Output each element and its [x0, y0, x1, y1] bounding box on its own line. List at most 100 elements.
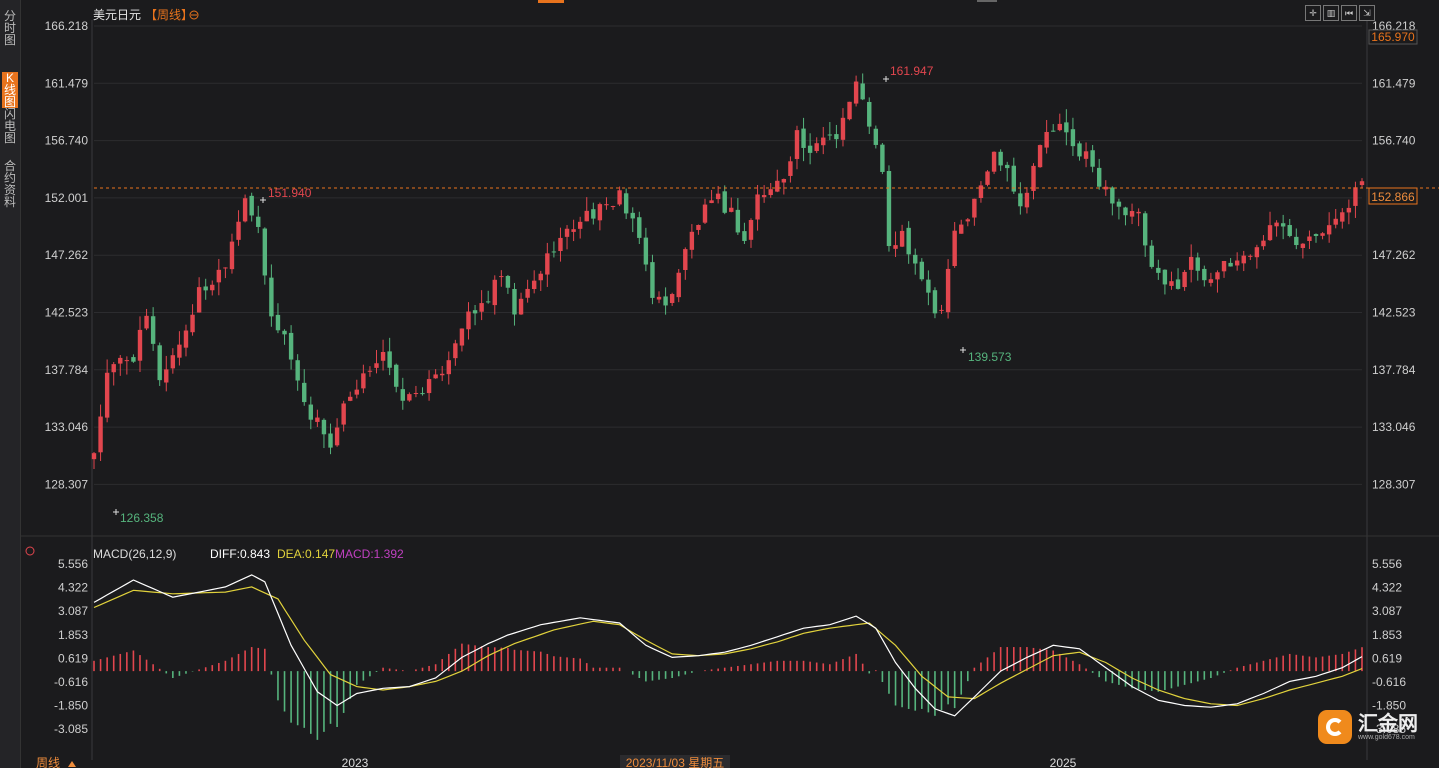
- candle-body: [1057, 123, 1062, 131]
- candle-body: [1202, 268, 1207, 281]
- price-tick-left: 142.523: [45, 306, 89, 320]
- candle-body: [433, 374, 438, 379]
- candle-body: [906, 227, 911, 255]
- sidebar-tab-4[interactable]: 合约资料: [2, 160, 18, 208]
- sidebar-tab-1[interactable]: 分时图: [2, 10, 18, 46]
- price-tick-right: 156.740: [1372, 134, 1416, 148]
- candle-body: [610, 206, 616, 208]
- candle-body: [440, 373, 445, 376]
- candle-body: [880, 144, 885, 172]
- candle-body: [229, 241, 235, 270]
- candle-body: [354, 389, 359, 395]
- chart-toolbar: ✛ ▥ ⏮ ⇲: [1305, 5, 1375, 21]
- candle-body: [873, 128, 879, 145]
- candle-body: [1156, 267, 1161, 273]
- current-price-label: 152.866: [1371, 190, 1415, 204]
- logo-name: 汇金网: [1358, 712, 1418, 735]
- candle-body: [1005, 164, 1010, 169]
- candle-body: [1070, 129, 1076, 147]
- macd-tick-right: 0.619: [1372, 651, 1402, 665]
- candle-body: [919, 261, 925, 280]
- candle-body: [150, 316, 156, 344]
- candle-body: [1248, 255, 1253, 257]
- candle-body: [932, 290, 938, 314]
- candle-body: [223, 267, 228, 269]
- candle-body: [893, 245, 898, 249]
- candle-body: [1064, 122, 1069, 133]
- candle-body: [1083, 151, 1089, 159]
- candle-body: [1228, 262, 1233, 267]
- candle-body: [715, 193, 721, 200]
- sidebar-tab-2[interactable]: K线图: [2, 72, 18, 108]
- candle-body: [886, 170, 892, 247]
- candle-body: [840, 117, 846, 140]
- candle-body: [775, 180, 780, 192]
- candle-body: [545, 253, 550, 275]
- candle-body: [1188, 256, 1194, 270]
- candle-body: [1254, 247, 1260, 258]
- candle-body: [295, 360, 300, 381]
- candle-body: [1175, 279, 1181, 289]
- candle-body: [210, 284, 215, 291]
- candle-body: [472, 310, 478, 314]
- candle-body: [972, 198, 977, 218]
- bar-chart-icon[interactable]: ▥: [1323, 5, 1339, 21]
- crosshair-icon[interactable]: ✛: [1305, 5, 1321, 21]
- candle-body: [1346, 207, 1352, 213]
- candle-body: [755, 194, 760, 220]
- candle-body: [177, 344, 182, 358]
- macd-tick-left: -3.085: [54, 722, 88, 736]
- symbol-title: 美元日元: [93, 8, 141, 22]
- chart-area[interactable]: 166.218 166.218161.479 161.479156.740 156.7…: [20, 0, 1439, 768]
- candles-group: [91, 73, 1365, 470]
- top-price-label: 165.970: [1371, 30, 1415, 44]
- candle-body: [571, 229, 576, 232]
- high-2024-label: 161.947: [890, 64, 934, 78]
- price-tick-right: 137.784: [1372, 363, 1416, 377]
- candle-body: [315, 417, 320, 422]
- candle-body: [380, 351, 386, 361]
- candle-body: [1169, 281, 1174, 286]
- candle-body: [216, 269, 222, 283]
- candle-body: [91, 453, 97, 460]
- period-up-icon: [68, 761, 76, 767]
- candle-body: [334, 427, 340, 446]
- candle-body: [111, 364, 116, 373]
- candle-body: [144, 315, 149, 329]
- sidebar-tab-3[interactable]: 闪电图: [2, 108, 18, 144]
- candle-body: [748, 220, 754, 240]
- candle-body: [1261, 240, 1266, 247]
- candle-body: [407, 394, 412, 401]
- candle-body: [256, 216, 261, 227]
- candle-body: [1326, 225, 1332, 235]
- macd-tick-left: -1.850: [54, 699, 88, 713]
- candle-body: [1313, 234, 1319, 236]
- price-tick-right: 142.523: [1372, 306, 1416, 320]
- candle-body: [374, 363, 379, 368]
- macd-header: MACD(26,12,9): [93, 547, 176, 561]
- macd-value-label: MACD:1.392: [335, 547, 404, 561]
- candle-body: [361, 373, 366, 389]
- period-label: 【周线】: [145, 8, 193, 22]
- extreme-marker: [113, 509, 119, 515]
- candle-body: [1221, 260, 1227, 272]
- candle-body: [617, 190, 622, 205]
- candle-body: [564, 228, 570, 237]
- step-back-icon[interactable]: ⏮: [1341, 5, 1357, 21]
- candle-body: [1097, 167, 1102, 187]
- candle-body: [959, 224, 964, 234]
- candle-body: [190, 314, 195, 333]
- candle-body: [650, 262, 655, 298]
- candle-body: [183, 330, 189, 348]
- candle-body: [663, 296, 668, 306]
- expand-icon[interactable]: ⇲: [1359, 5, 1375, 21]
- macd-tick-left: 1.853: [58, 628, 88, 642]
- candle-body: [1123, 207, 1128, 216]
- candle-body: [801, 128, 806, 148]
- candle-body: [400, 389, 405, 401]
- candle-body: [1182, 271, 1187, 288]
- candle-body: [170, 355, 176, 369]
- price-tick-left: 133.046: [45, 420, 89, 434]
- candle-body: [1359, 181, 1365, 186]
- candle-body: [952, 230, 957, 266]
